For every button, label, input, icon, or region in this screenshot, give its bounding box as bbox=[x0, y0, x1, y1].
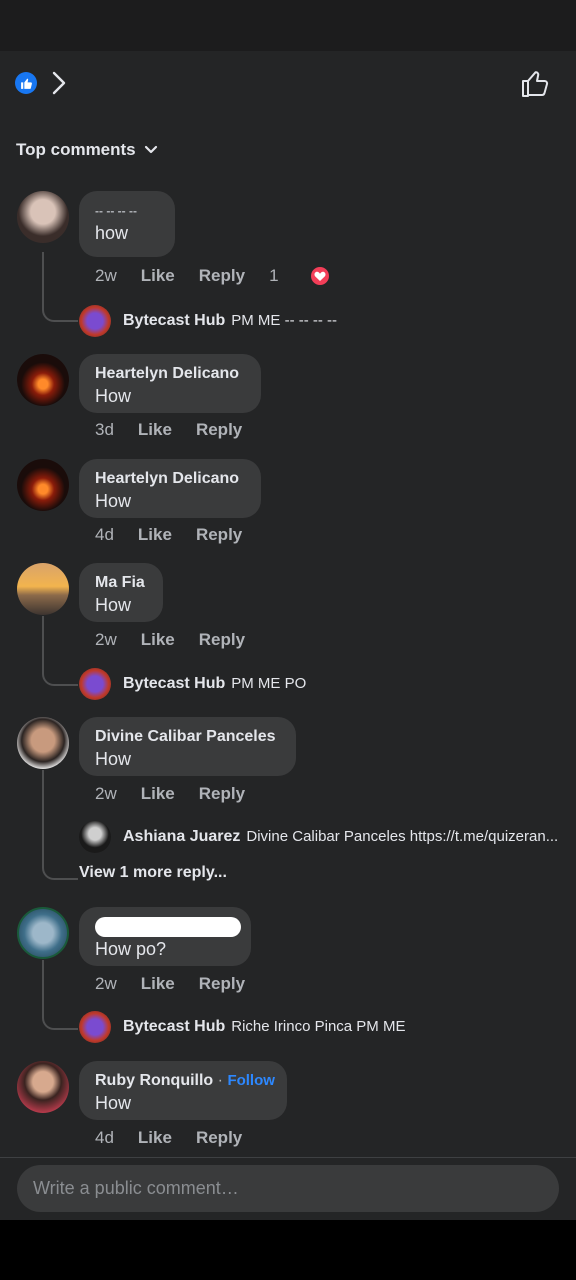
reply-body: PM ME -- -- -- -- bbox=[231, 312, 338, 329]
reply-text: Bytecast Hub PM ME -- -- -- -- bbox=[123, 312, 337, 330]
like-reaction-icon[interactable] bbox=[15, 72, 37, 94]
status-bar bbox=[0, 0, 576, 51]
reply-button[interactable]: Reply bbox=[199, 974, 245, 994]
comment-actions: 2w Like Reply bbox=[95, 630, 269, 650]
comment-actions: 4d Like Reply bbox=[95, 525, 266, 545]
comment-text: How bbox=[95, 595, 132, 615]
comment-author[interactable]: Heartelyn Delicano bbox=[95, 363, 245, 385]
comment-time: 2w bbox=[95, 630, 117, 649]
comment-bubble[interactable]: Heartelyn Delicano How bbox=[79, 459, 261, 518]
comment-actions: 2w Like Reply bbox=[95, 784, 269, 804]
reply-button[interactable]: Reply bbox=[199, 784, 245, 804]
chevron-down-icon bbox=[144, 145, 157, 154]
comment-bubble[interactable]: How po? bbox=[79, 907, 251, 966]
reaction-count[interactable]: 1 bbox=[269, 265, 354, 287]
like-button[interactable]: Like bbox=[141, 630, 175, 650]
reply-text: Ashiana Juarez Divine Calibar Panceles ht… bbox=[123, 828, 558, 846]
comment-time: 3d bbox=[95, 420, 114, 439]
comment-text: How bbox=[95, 386, 132, 406]
chevron-right-icon[interactable] bbox=[48, 69, 70, 97]
reply-author[interactable]: Ashiana Juarez bbox=[123, 828, 240, 845]
reply-button[interactable]: Reply bbox=[196, 1128, 242, 1148]
reply-body: Divine Calibar Panceles https://t.me/qui… bbox=[246, 828, 559, 845]
reply-text: Bytecast Hub PM ME PO bbox=[123, 675, 306, 693]
comment-bubble[interactable]: Divine Calibar Panceles How bbox=[79, 717, 296, 776]
thread-line bbox=[42, 770, 78, 880]
reply-item[interactable]: Ashiana Juarez Divine Calibar Panceles ht… bbox=[79, 821, 559, 853]
comment-author[interactable] bbox=[95, 916, 241, 938]
reaction-count-value: 1 bbox=[269, 266, 279, 285]
like-button[interactable]: Like bbox=[138, 525, 172, 545]
separator-dot: · bbox=[217, 1072, 223, 1089]
follow-button[interactable]: Follow bbox=[227, 1072, 275, 1089]
sort-label: Top comments bbox=[16, 140, 136, 159]
comment-time: 4d bbox=[95, 1128, 114, 1147]
comment-actions: 4d Like Reply bbox=[95, 1128, 266, 1148]
comment-author[interactable]: Heartelyn Delicano bbox=[95, 468, 245, 490]
comment-text: how bbox=[95, 223, 129, 243]
thread-line bbox=[42, 616, 78, 686]
comment-time: 2w bbox=[95, 784, 117, 803]
reply-author[interactable]: Bytecast Hub bbox=[123, 1018, 225, 1035]
comment-text: How bbox=[95, 749, 132, 769]
reply-button[interactable]: Reply bbox=[199, 630, 245, 650]
like-button[interactable]: Like bbox=[138, 1128, 172, 1148]
like-button[interactable]: Like bbox=[141, 266, 175, 286]
comment-time: 4d bbox=[95, 525, 114, 544]
comment-bubble[interactable]: -- -- -- -- how bbox=[79, 191, 175, 257]
comment-text: How bbox=[95, 1093, 132, 1113]
avatar[interactable] bbox=[17, 459, 69, 511]
avatar[interactable] bbox=[17, 191, 69, 243]
redacted-name bbox=[95, 916, 241, 937]
thread-line bbox=[42, 252, 78, 322]
comment-author[interactable]: Divine Calibar Panceles bbox=[95, 726, 280, 748]
comment-text: How po? bbox=[95, 939, 167, 959]
reply-body: PM ME PO bbox=[231, 675, 307, 692]
comment-input[interactable] bbox=[17, 1165, 559, 1212]
reply-avatar[interactable] bbox=[79, 1011, 111, 1043]
comment-time: 2w bbox=[95, 974, 117, 993]
avatar[interactable] bbox=[17, 907, 69, 959]
comment-bubble[interactable]: Ruby Ronquillo · Follow How bbox=[79, 1061, 287, 1120]
thumbs-up-icon[interactable] bbox=[518, 67, 552, 101]
system-navigation-bar bbox=[0, 1220, 576, 1280]
comment-actions: 2w Like Reply bbox=[95, 974, 269, 994]
comment-author: Ruby Ronquillo · Follow bbox=[95, 1070, 275, 1092]
reply-button[interactable]: Reply bbox=[196, 420, 242, 440]
thread-line bbox=[42, 960, 78, 1030]
avatar[interactable] bbox=[17, 717, 69, 769]
reply-avatar[interactable] bbox=[79, 668, 111, 700]
reply-author[interactable]: Bytecast Hub bbox=[123, 675, 225, 692]
comment-author[interactable]: Ma Fia bbox=[95, 572, 147, 594]
reply-avatar[interactable] bbox=[79, 305, 111, 337]
reply-author[interactable]: Bytecast Hub bbox=[123, 312, 225, 329]
like-button[interactable]: Like bbox=[138, 420, 172, 440]
reply-button[interactable]: Reply bbox=[196, 525, 242, 545]
avatar[interactable] bbox=[17, 563, 69, 615]
composer-divider bbox=[0, 1157, 576, 1158]
comment-bubble[interactable]: Heartelyn Delicano How bbox=[79, 354, 261, 413]
comment-author[interactable]: -- -- -- -- bbox=[95, 200, 159, 222]
reactions-header bbox=[0, 51, 576, 115]
reply-body: Riche Irinco Pinca PM ME bbox=[231, 1018, 406, 1035]
like-button[interactable]: Like bbox=[141, 974, 175, 994]
comment-time: 2w bbox=[95, 266, 117, 285]
comment-author-name[interactable]: Ruby Ronquillo bbox=[95, 1072, 213, 1089]
reply-item[interactable]: Bytecast Hub Riche Irinco Pinca PM ME bbox=[79, 1011, 559, 1043]
avatar[interactable] bbox=[17, 1061, 69, 1113]
view-more-replies-link[interactable]: View 1 more reply... bbox=[79, 864, 227, 882]
like-button[interactable]: Like bbox=[141, 784, 175, 804]
reply-button[interactable]: Reply bbox=[199, 266, 245, 286]
reply-avatar[interactable] bbox=[79, 821, 111, 853]
comment-actions: 3d Like Reply bbox=[95, 420, 266, 440]
heart-icon bbox=[308, 265, 331, 287]
comment-text: How bbox=[95, 491, 132, 511]
comment-actions: 2w Like Reply 1 bbox=[95, 265, 379, 287]
reply-item[interactable]: Bytecast Hub PM ME PO bbox=[79, 668, 559, 700]
reply-text: Bytecast Hub Riche Irinco Pinca PM ME bbox=[123, 1018, 405, 1036]
comment-bubble[interactable]: Ma Fia How bbox=[79, 563, 163, 622]
avatar[interactable] bbox=[17, 354, 69, 406]
comment-sort-dropdown[interactable]: Top comments bbox=[16, 140, 158, 160]
reply-item[interactable]: Bytecast Hub PM ME -- -- -- -- bbox=[79, 305, 559, 337]
